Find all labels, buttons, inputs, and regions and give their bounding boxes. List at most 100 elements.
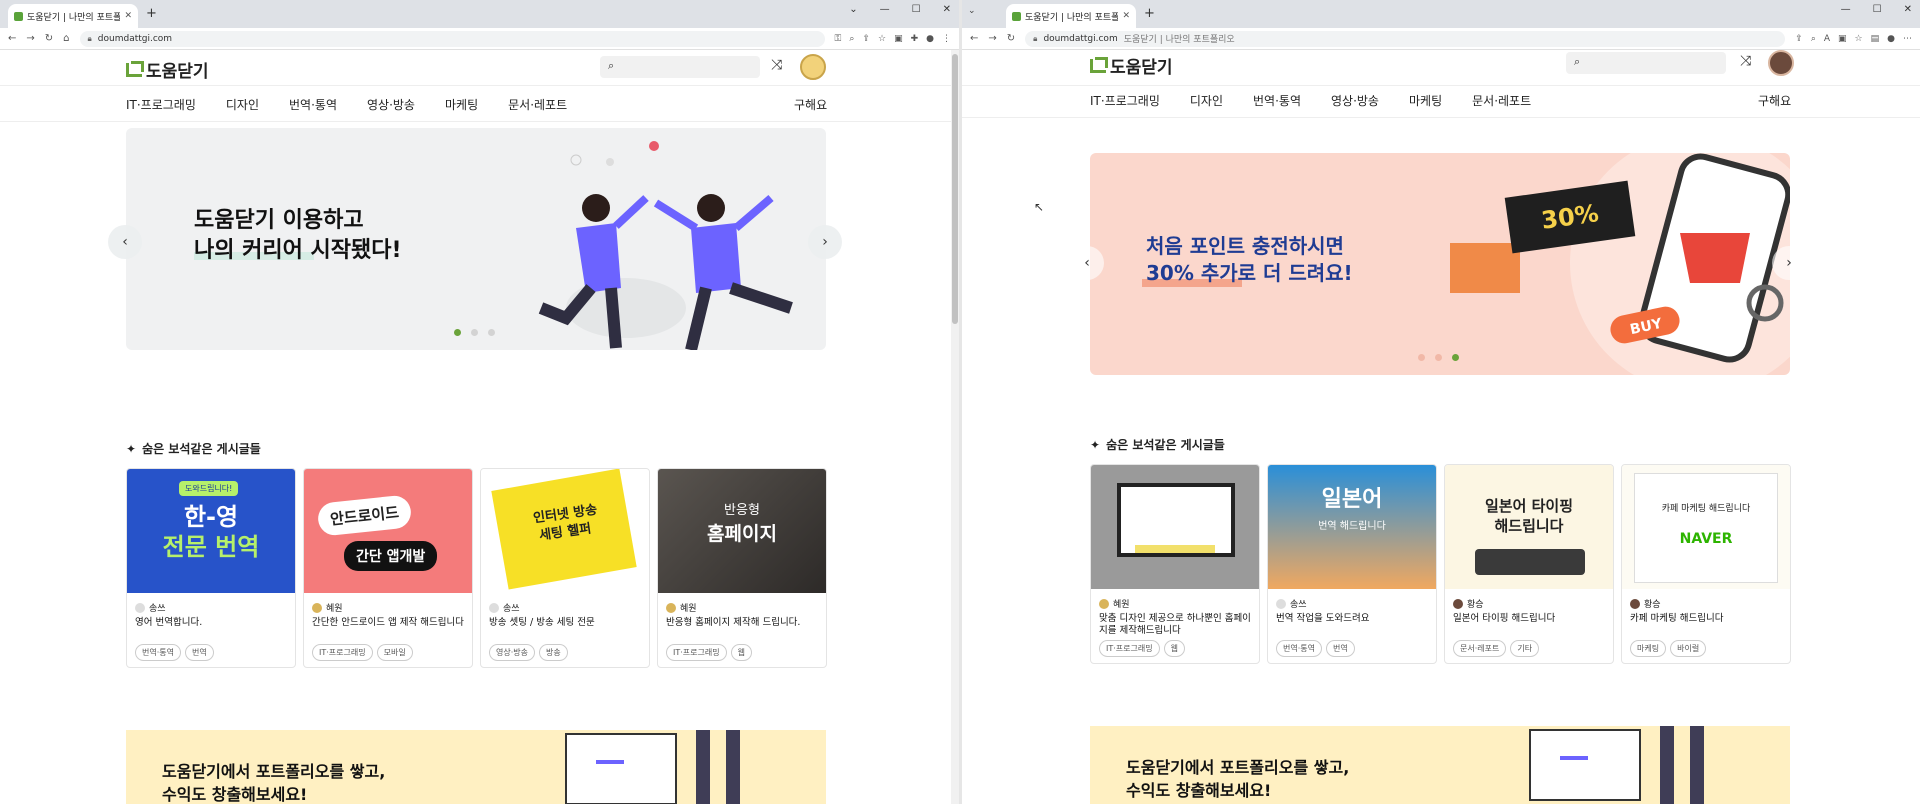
nav-item-marketing[interactable]: 마케팅 [1409,92,1442,109]
zoom-icon[interactable]: ⌕ [1811,34,1816,44]
carousel-next-button[interactable]: › [808,225,842,259]
favorites-icon[interactable]: ☆ [1855,34,1863,44]
post-card[interactable]: 안드로이드 간단 앱개발 혜원 간단한 안드로이드 앱 제작 해드립니다 IT·… [303,468,473,668]
post-card[interactable]: 일본어 타이핑 해드립니다 황승 일본어 타이핑 해드립니다 문서·레포트 기타 [1444,464,1614,664]
star-icon[interactable]: ☆ [878,34,886,44]
shuffle-icon[interactable]: ⤨ [1740,53,1751,69]
back-icon[interactable]: ← [8,33,16,44]
carousel-dot[interactable] [454,329,461,336]
share-icon[interactable]: ⇪ [1795,34,1803,44]
nav-item-translation[interactable]: 번역·통역 [289,96,337,113]
tag[interactable]: IT·프로그래밍 [312,644,373,661]
nav-item-translation[interactable]: 번역·통역 [1253,92,1301,109]
promo-banner[interactable]: 도움닫기에서 포트폴리오를 쌓고, 수익도 창출해보세요! [1090,726,1790,804]
nav-item-document[interactable]: 문서·레포트 [508,96,567,113]
tag[interactable]: IT·프로그래밍 [1099,640,1160,657]
tag[interactable]: 문서·레포트 [1453,640,1507,657]
search-input[interactable]: ⌕ [1566,52,1726,74]
tag[interactable]: 번역 [184,644,214,661]
post-card[interactable]: 혜원 맞춤 디자인 제공으로 하나뿐인 홈페이지를 제작해드립니다 IT·프로그… [1090,464,1260,664]
tag[interactable]: 번역 [1325,640,1355,657]
post-card[interactable]: 반응형 홈페이지 혜원 반응형 홈페이지 제작해 드립니다. IT·프로그래밍 … [657,468,827,668]
browser-tab[interactable]: 도움닫기 | 나만의 포트폴리오 ✕ [1006,4,1136,28]
tag[interactable]: 방송 [538,644,568,661]
maximize-button[interactable]: ☐ [912,4,921,15]
carousel-dot[interactable] [471,329,478,336]
tag[interactable]: 영상·방송 [489,644,535,661]
post-card[interactable]: 도와드립니다! 한-영 전문 번역 송쓰 영어 번역합니다. 번역·통역 번역 [126,468,296,668]
close-tab-icon[interactable]: ✕ [124,11,132,21]
back-icon[interactable]: ← [970,33,978,44]
post-card[interactable]: 카페 마케팅 해드립니다 NAVER 황승 카페 마케팅 해드립니다 마케팅 바… [1621,464,1791,664]
avatar[interactable] [1768,50,1794,76]
extension-icon[interactable]: ▣ [894,34,903,44]
forward-icon[interactable]: → [988,33,996,44]
carousel-dot[interactable] [1418,354,1425,361]
promo-banner[interactable]: 도움닫기에서 포트폴리오를 쌓고, 수익도 창출해보세요! [126,730,826,804]
url-field[interactable]: 🔒︎ doumdattgi.com [79,30,825,47]
browser-tab[interactable]: 도움닫기 | 나만의 포트폴리오 ✕ [8,4,138,28]
key-icon[interactable]: ⚿ [835,34,842,44]
read-aloud-icon[interactable]: A [1824,34,1830,44]
carousel-prev-button[interactable]: ‹ [108,225,142,259]
menu-icon[interactable]: ⋯ [1903,34,1912,44]
carousel-next-button[interactable]: › [1772,246,1806,280]
maximize-button[interactable]: ☐ [1873,4,1882,15]
zoom-icon[interactable]: ⌕ [849,34,854,44]
tag[interactable]: 모바일 [376,644,413,661]
nav-item-it[interactable]: IT·프로그래밍 [126,96,196,113]
minimize-button[interactable]: — [880,4,890,15]
post-card[interactable]: 인터넷 방송 세팅 헬퍼 송쓰 방송 셋팅 / 방송 세팅 전문 영상·방송 방… [480,468,650,668]
nav-item-design[interactable]: 디자인 [1190,92,1223,109]
nav-item-it[interactable]: IT·프로그래밍 [1090,92,1160,109]
minimize-button[interactable]: — [1841,4,1851,15]
tag[interactable]: 웹 [1163,640,1185,657]
tag[interactable]: 마케팅 [1630,640,1667,657]
post-card[interactable]: 일본어 번역 해드립니다 송쓰 번역 작업을 도와드려요 번역·통역 번역 [1267,464,1437,664]
site-logo[interactable]: 도움닫기 [126,57,209,82]
menu-icon[interactable]: ⋮ [942,34,951,44]
nav-item-request[interactable]: 구해요 [1758,92,1791,109]
hero-banner[interactable]: 처음 포인트 충전하시면 30% 추가로 더 드려요! 30% BUY [1090,153,1790,375]
nav-item-request[interactable]: 구해요 [794,96,827,113]
scrollbar[interactable] [951,50,959,804]
tag[interactable]: 웹 [730,644,752,661]
nav-item-video[interactable]: 영상·방송 [367,96,415,113]
tag[interactable]: IT·프로그래밍 [666,644,727,661]
profile-icon[interactable]: ● [926,34,934,44]
collections-icon[interactable]: ▤ [1871,34,1880,44]
carousel-prev-button[interactable]: ‹ [1070,246,1104,280]
chevron-down-icon[interactable]: ⌄ [849,4,857,15]
tag[interactable]: 번역·통역 [135,644,181,661]
home-icon[interactable]: ⌂ [63,33,69,44]
search-input[interactable]: ⌕ [600,56,760,78]
extension-icon[interactable]: ▣ [1838,34,1847,44]
carousel-dot[interactable] [1435,354,1442,361]
url-field[interactable]: 🔒︎ doumdattgi.com 도움닫기 | 나만의 포트폴리오 [1025,30,1786,47]
profile-icon[interactable]: ● [1887,34,1895,44]
tag[interactable]: 번역·통역 [1276,640,1322,657]
close-window-button[interactable]: ✕ [1904,4,1912,15]
nav-item-document[interactable]: 문서·레포트 [1472,92,1531,109]
reload-icon[interactable]: ↻ [1007,33,1015,44]
forward-icon[interactable]: → [26,33,34,44]
tab-search-icon[interactable]: ⌄ [968,6,976,16]
new-tab-button[interactable]: + [146,6,157,21]
site-logo[interactable]: 도움닫기 [1090,53,1173,78]
close-window-button[interactable]: ✕ [943,4,951,15]
nav-item-video[interactable]: 영상·방송 [1331,92,1379,109]
carousel-dot[interactable] [488,329,495,336]
tag[interactable]: 바이럴 [1670,640,1707,657]
hero-banner[interactable]: 도움닫기 이용하고 나의 커리어 시작됐다! [126,128,826,350]
close-tab-icon[interactable]: ✕ [1122,11,1130,21]
puzzle-icon[interactable]: ✚ [911,34,919,44]
new-tab-button[interactable]: + [1144,6,1155,21]
tag[interactable]: 기타 [1510,640,1540,657]
scrollbar-thumb[interactable] [952,54,958,324]
shuffle-icon[interactable]: ⤨ [771,57,782,73]
reload-icon[interactable]: ↻ [45,33,53,44]
carousel-dot[interactable] [1452,354,1459,361]
nav-item-design[interactable]: 디자인 [226,96,259,113]
share-icon[interactable]: ⇪ [862,34,870,44]
avatar[interactable] [800,54,826,80]
